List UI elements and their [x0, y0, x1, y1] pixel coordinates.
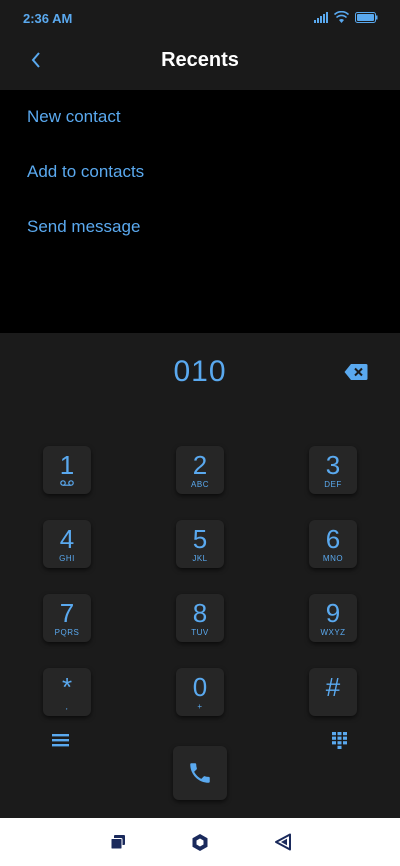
key-letters: ABC	[191, 480, 209, 489]
status-icons	[314, 11, 378, 23]
recent-apps-icon	[110, 835, 125, 850]
add-to-contacts-option[interactable]: Add to contacts	[27, 162, 144, 182]
key-star[interactable]: * ,	[43, 668, 91, 716]
key-digit: #	[325, 672, 341, 702]
status-bar: 2:36 AM	[0, 0, 400, 36]
hamburger-menu-icon	[52, 734, 69, 747]
key-letters: JKL	[192, 554, 208, 563]
key-digit: 0	[192, 672, 208, 702]
key-2[interactable]: 2 ABC	[176, 446, 224, 494]
new-contact-option[interactable]: New contact	[27, 107, 121, 127]
key-digit: 1	[59, 450, 75, 480]
dialed-number: 010	[173, 355, 227, 388]
key-digit: 8	[192, 598, 208, 628]
menu-button[interactable]	[52, 733, 69, 752]
voicemail-icon	[60, 480, 74, 486]
key-letters: MNO	[322, 554, 344, 563]
recent-apps-button[interactable]	[106, 830, 130, 854]
key-letters: +	[197, 702, 203, 711]
home-button[interactable]	[188, 830, 212, 854]
options-menu: New contact Add to contacts Send message	[0, 90, 400, 333]
home-hexagon-icon	[192, 833, 208, 851]
key-letters: GHI	[59, 554, 75, 563]
back-nav-button[interactable]	[271, 830, 295, 854]
key-6[interactable]: 6 MNO	[309, 520, 357, 568]
key-4[interactable]: 4 GHI	[43, 520, 91, 568]
key-digit: 9	[325, 598, 341, 628]
key-digit: 7	[59, 598, 75, 628]
signal-icon	[314, 11, 328, 23]
page-title: Recents	[161, 49, 239, 71]
system-nav-bar	[0, 818, 400, 866]
key-digit: 6	[325, 524, 341, 554]
key-1[interactable]: 1	[43, 446, 91, 494]
call-button[interactable]	[173, 746, 227, 800]
key-9[interactable]: 9 WXYZ	[309, 594, 357, 642]
key-7[interactable]: 7 PQRS	[43, 594, 91, 642]
battery-icon	[355, 11, 378, 23]
key-digit: 2	[192, 450, 208, 480]
key-digit: 3	[325, 450, 341, 480]
key-digit: 5	[192, 524, 208, 554]
send-message-option[interactable]: Send message	[27, 217, 140, 237]
triangle-back-icon	[275, 833, 291, 851]
key-digit: 4	[59, 524, 75, 554]
phone-icon	[190, 763, 210, 783]
status-time: 2:36 AM	[23, 11, 73, 26]
dialer-panel: 010 1 2 ABC 3 DEF 4 GHI 5 JKL 6 MNO 7 PQ…	[0, 333, 400, 818]
key-0[interactable]: 0 +	[176, 668, 224, 716]
key-5[interactable]: 5 JKL	[176, 520, 224, 568]
dialpad-icon	[332, 732, 347, 749]
key-letters: DEF	[324, 480, 342, 489]
key-8[interactable]: 8 TUV	[176, 594, 224, 642]
keypad-toggle-button[interactable]	[332, 732, 347, 754]
app-header: Recents	[0, 36, 400, 90]
backspace-button[interactable]	[344, 363, 368, 381]
key-letters: ,	[65, 702, 69, 711]
key-letters: TUV	[191, 628, 209, 637]
backspace-icon	[344, 364, 368, 380]
key-hash[interactable]: #	[309, 668, 357, 716]
wifi-icon	[334, 11, 349, 23]
key-letters: PQRS	[54, 628, 80, 637]
key-digit: *	[61, 672, 73, 702]
key-3[interactable]: 3 DEF	[309, 446, 357, 494]
key-letters: WXYZ	[320, 628, 346, 637]
